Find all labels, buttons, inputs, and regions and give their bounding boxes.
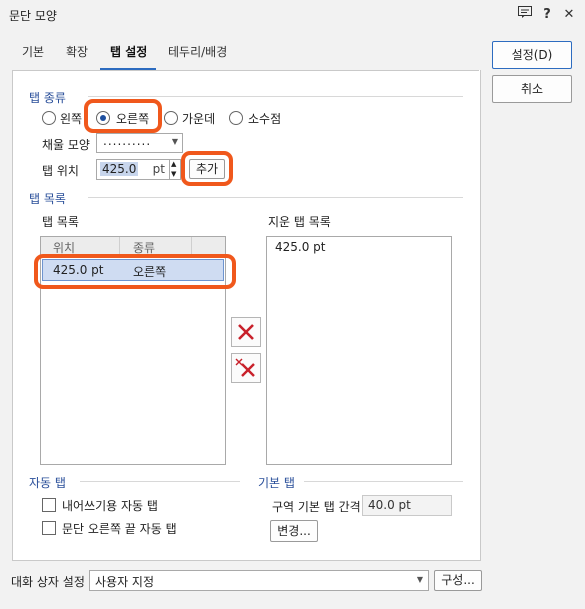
section-divider bbox=[304, 481, 463, 482]
radio-decimal[interactable] bbox=[229, 111, 243, 125]
tab-position-label: 탭 위치 bbox=[42, 164, 79, 178]
radio-left-label: 왼쪽 bbox=[60, 112, 83, 126]
title-bar bbox=[0, 0, 585, 30]
tab-list-title: 탭 목록 bbox=[29, 192, 66, 206]
right-end-auto-tab-checkbox[interactable] bbox=[42, 521, 56, 535]
cancel-button[interactable]: 취소 bbox=[492, 75, 572, 103]
list-item[interactable]: 425.0 pt bbox=[275, 240, 326, 254]
dialog-info-icon[interactable] bbox=[516, 6, 534, 24]
radio-left[interactable] bbox=[42, 111, 56, 125]
default-tab-title: 기본 탭 bbox=[258, 476, 295, 490]
add-button[interactable]: 추가 bbox=[189, 159, 225, 179]
section-divider bbox=[80, 481, 240, 482]
tab-strip-line bbox=[12, 70, 479, 71]
radio-center-label: 가운데 bbox=[182, 112, 216, 126]
section-divider bbox=[88, 197, 463, 198]
delete-all-icon bbox=[235, 358, 255, 377]
auto-tab-title: 자동 탭 bbox=[29, 476, 66, 490]
default-tab-interval-label: 구역 기본 탭 간격 bbox=[272, 500, 361, 514]
highlight-tab-row bbox=[34, 254, 236, 289]
fill-style-select[interactable]: .......... ▼ bbox=[96, 133, 183, 153]
fill-style-value: .......... bbox=[103, 134, 152, 148]
hanging-auto-tab-label: 내어쓰기용 자동 탭 bbox=[62, 499, 158, 513]
deleted-tab-list-label: 지운 탭 목록 bbox=[268, 215, 331, 229]
tab-position-input[interactable]: 425.0 pt bbox=[96, 159, 170, 180]
radio-decimal-label: 소수점 bbox=[248, 112, 282, 126]
help-icon[interactable]: ? bbox=[538, 6, 556, 24]
section-divider bbox=[88, 96, 463, 97]
stepper-down-icon[interactable]: ▼ bbox=[171, 170, 176, 178]
chevron-down-icon: ▼ bbox=[416, 575, 423, 584]
close-icon[interactable]: ✕ bbox=[560, 6, 578, 24]
tab-list-label: 탭 목록 bbox=[42, 215, 79, 229]
default-tab-interval-value: 40.0 pt bbox=[368, 498, 411, 512]
default-tab-interval-field: 40.0 pt bbox=[362, 495, 452, 516]
change-button[interactable]: 변경... bbox=[270, 520, 318, 542]
deleted-tab-list-box[interactable]: 425.0 pt bbox=[266, 236, 452, 465]
tab-tab-settings[interactable]: 탭 설정 bbox=[110, 43, 147, 60]
fill-style-label: 채울 모양 bbox=[42, 138, 90, 152]
dialog-settings-value: 사용자 지정 bbox=[95, 575, 155, 589]
hanging-auto-tab-checkbox[interactable] bbox=[42, 498, 56, 512]
tab-basic[interactable]: 기본 bbox=[22, 43, 44, 60]
delete-tab-button[interactable] bbox=[231, 317, 261, 347]
configure-button[interactable]: 구성... bbox=[434, 570, 482, 591]
radio-right-label: 오른쪽 bbox=[116, 112, 150, 126]
ok-button[interactable]: 설정(D) bbox=[492, 41, 572, 69]
delete-icon bbox=[238, 324, 254, 340]
right-end-auto-tab-label: 문단 오른쪽 끝 자동 탭 bbox=[62, 522, 177, 536]
dialog-settings-select[interactable]: 사용자 지정 ▼ bbox=[89, 570, 429, 591]
stepper-up-icon[interactable]: ▲ bbox=[171, 160, 176, 168]
tab-border-background[interactable]: 테두리/배경 bbox=[168, 43, 227, 60]
dialog-settings-label: 대화 상자 설정 bbox=[11, 575, 85, 589]
chevron-down-icon: ▼ bbox=[171, 137, 178, 146]
tab-type-title: 탭 종류 bbox=[29, 91, 66, 105]
window-title: 문단 모양 bbox=[9, 9, 57, 23]
radio-center[interactable] bbox=[164, 111, 178, 125]
position-stepper[interactable]: ▲ ▼ bbox=[169, 159, 181, 180]
tab-extended[interactable]: 확장 bbox=[66, 43, 88, 60]
tab-position-unit: pt bbox=[152, 162, 165, 176]
tab-position-value: 425.0 bbox=[100, 162, 139, 176]
radio-right[interactable] bbox=[96, 111, 110, 125]
delete-all-tabs-button[interactable] bbox=[231, 353, 261, 383]
